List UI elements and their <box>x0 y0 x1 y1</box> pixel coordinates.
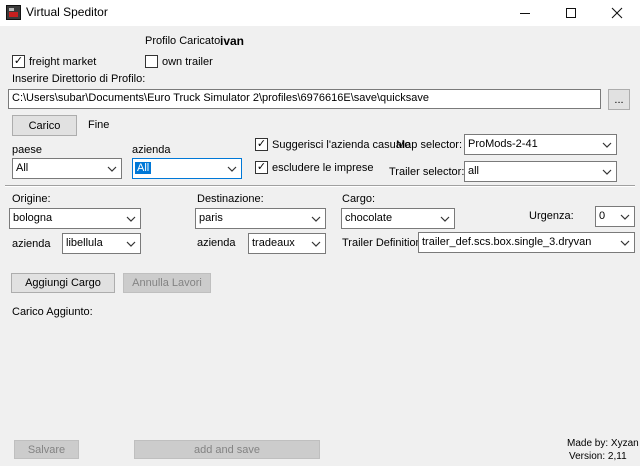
origin-company-select[interactable]: libellula <box>62 233 141 254</box>
origin-company-label: azienda <box>12 238 51 250</box>
add-and-save-button[interactable]: add and save <box>134 440 320 459</box>
trailer-definition-value: trailer_def.scs.box.single_3.dryvan <box>422 236 592 248</box>
trailer-selector-select[interactable]: all <box>464 161 617 182</box>
load-button[interactable]: Carico <box>12 115 77 136</box>
chevron-down-icon <box>620 214 630 220</box>
close-icon <box>611 7 623 19</box>
directory-label: Inserire Direttorio di Profilo: <box>12 73 146 85</box>
azienda-filter-select[interactable]: All <box>132 158 242 179</box>
destination-select[interactable]: paris <box>195 208 326 229</box>
directory-path-input[interactable]: C:\Users\subar\Documents\Euro Truck Simu… <box>8 89 601 109</box>
cancel-jobs-button[interactable]: Annulla Lavori <box>123 273 211 293</box>
made-by-text: Made by: Xyzan <box>567 438 639 449</box>
browse-button[interactable]: ... <box>608 89 630 110</box>
window-title: Virtual Speditor <box>26 5 108 19</box>
chevron-down-icon <box>620 240 630 246</box>
chevron-down-icon <box>602 169 612 175</box>
trailer-selector-value: all <box>468 165 480 177</box>
freight-market-label[interactable]: freight market <box>29 56 96 68</box>
minimize-icon <box>520 13 530 14</box>
map-selector-label: Map selector: <box>396 139 463 151</box>
section-divider-highlight <box>5 186 635 187</box>
trailer-selector-label: Trailer selector: <box>389 166 465 178</box>
suggest-company-label[interactable]: Suggerisci l'azienda casuale <box>272 139 410 151</box>
app-truck-icon <box>6 5 21 20</box>
map-selector-select[interactable]: ProMods-2-41 <box>464 134 617 155</box>
chevron-down-icon <box>440 216 450 222</box>
destination-label: Destinazione: <box>197 193 264 205</box>
version-text: Version: 2,11 <box>569 451 627 462</box>
trailer-definition-label: Trailer Definition <box>342 237 422 249</box>
chevron-down-icon <box>602 142 612 148</box>
added-cargo-label: Carico Aggiunto: <box>12 306 93 318</box>
chevron-down-icon <box>126 216 136 222</box>
minimize-button[interactable] <box>502 0 548 26</box>
exclude-companies-label[interactable]: escludere le imprese <box>272 162 374 174</box>
origin-label: Origine: <box>12 193 51 205</box>
azienda-filter-value: All <box>135 162 152 174</box>
title-bar[interactable]: Virtual Speditor <box>0 0 640 26</box>
exclude-companies-checkbox[interactable]: ✓ <box>255 161 268 174</box>
destination-company-value: tradeaux <box>252 237 295 249</box>
urgency-select[interactable]: 0 <box>595 206 635 227</box>
destination-value: paris <box>199 212 223 224</box>
origin-value: bologna <box>13 212 53 224</box>
destination-company-select[interactable]: tradeaux <box>248 233 326 254</box>
paese-select[interactable]: All <box>12 158 122 179</box>
profile-label: Profilo Caricato: <box>145 35 224 47</box>
chevron-down-icon <box>311 241 321 247</box>
azienda-filter-label: azienda <box>132 144 171 156</box>
cargo-select[interactable]: chocolate <box>341 208 455 229</box>
add-cargo-button[interactable]: Aggiungi Cargo <box>11 273 115 293</box>
close-button[interactable] <box>594 0 640 26</box>
cargo-value: chocolate <box>345 212 393 224</box>
maximize-button[interactable] <box>548 0 594 26</box>
trailer-definition-select[interactable]: trailer_def.scs.box.single_3.dryvan <box>418 232 635 253</box>
own-trailer-checkbox[interactable] <box>145 55 158 68</box>
profile-name: ivan <box>220 34 245 48</box>
urgency-label: Urgenza: <box>529 210 574 222</box>
paese-value: All <box>16 162 29 174</box>
chevron-down-icon <box>126 241 136 247</box>
chevron-down-icon <box>227 166 237 172</box>
origin-select[interactable]: bologna <box>9 208 141 229</box>
urgency-value: 0 <box>599 210 606 222</box>
chevron-down-icon <box>311 216 321 222</box>
save-button[interactable]: Salvare <box>14 440 79 459</box>
maximize-icon <box>566 8 576 18</box>
map-selector-value: ProMods-2-41 <box>468 138 538 150</box>
origin-company-value: libellula <box>66 237 103 249</box>
suggest-company-checkbox[interactable]: ✓ <box>255 138 268 151</box>
destination-company-label: azienda <box>197 237 236 249</box>
freight-market-checkbox[interactable]: ✓ <box>12 55 25 68</box>
paese-label: paese <box>12 144 42 156</box>
load-status: Fine <box>88 119 110 131</box>
chevron-down-icon <box>107 166 117 172</box>
cargo-label: Cargo: <box>342 193 376 205</box>
own-trailer-label[interactable]: own trailer <box>162 56 213 68</box>
